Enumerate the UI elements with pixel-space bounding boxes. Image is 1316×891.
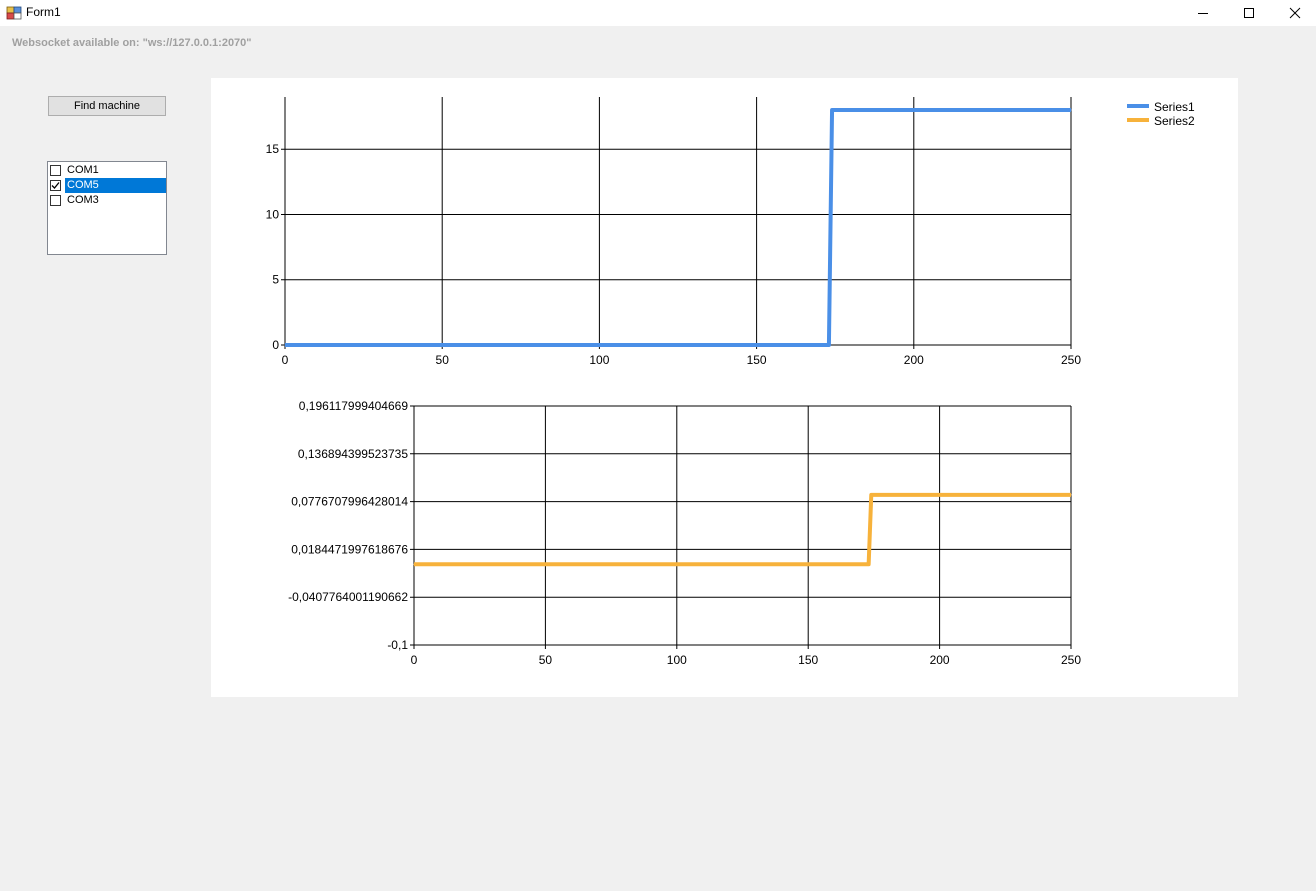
- com-port-item[interactable]: COM3: [50, 193, 166, 208]
- x-tick-label: 250: [1061, 653, 1081, 667]
- data-point: [828, 344, 830, 346]
- y-tick-label: -0,0407764001190662: [288, 590, 408, 604]
- data-point: [284, 344, 286, 346]
- x-tick-label: 250: [1061, 353, 1081, 367]
- data-point: [413, 563, 415, 565]
- chart-series1-area: 0 50 100 150 200 250 0 5 10 15: [266, 97, 1081, 367]
- data-point: [831, 109, 833, 111]
- data-point: [1070, 109, 1072, 111]
- y-tick-label: 0,0776707996428014: [291, 495, 408, 509]
- y-tick-label: 10: [266, 207, 280, 221]
- window-title: Form1: [26, 5, 61, 19]
- checkbox[interactable]: [50, 180, 61, 191]
- x-tick-label: 200: [904, 353, 924, 367]
- legend-label-series1: Series1: [1154, 100, 1195, 114]
- x-tick-label: 50: [539, 653, 553, 667]
- app-icon: [6, 6, 22, 20]
- y-tick-label: -0,1: [387, 638, 408, 652]
- close-icon: [1289, 7, 1301, 19]
- data-point: [870, 494, 872, 496]
- title-bar: Form1: [0, 0, 1316, 26]
- legend-label-series2: Series2: [1154, 114, 1195, 128]
- maximize-button[interactable]: [1226, 0, 1272, 26]
- y-tick-label: 0: [272, 338, 279, 352]
- maximize-icon: [1244, 8, 1254, 18]
- x-tick-label: 100: [589, 353, 609, 367]
- close-button[interactable]: [1272, 0, 1316, 26]
- com-port-label: COM5: [65, 178, 166, 193]
- x-tick-label: 50: [436, 353, 450, 367]
- find-machine-button[interactable]: Find machine: [48, 96, 166, 116]
- minimize-button[interactable]: [1180, 0, 1226, 26]
- data-point: [868, 563, 870, 565]
- com-port-item[interactable]: COM5: [50, 178, 166, 193]
- chart-series2-area: 0 50 100 150 200 250 -0,1 -0,0407764001190662 0,…: [288, 399, 1081, 667]
- x-tick-label: 150: [747, 353, 767, 367]
- x-tick-label: 0: [411, 653, 418, 667]
- checkbox[interactable]: [50, 165, 61, 176]
- chart-panel: 0 50 100 150 200 250 0 5 10 15 0 50 100 150 200 250 -0,…: [211, 78, 1238, 697]
- chart-canvas: 0 50 100 150 200 250 0 5 10 15 0 50 100 150 200 250 -0,…: [266, 97, 1195, 667]
- minimize-icon: [1198, 13, 1208, 14]
- data-point: [1070, 494, 1072, 496]
- y-tick-label: 0,0184471997618676: [291, 542, 408, 556]
- com-port-label: COM1: [67, 164, 99, 176]
- x-tick-label: 0: [282, 353, 289, 367]
- x-tick-label: 200: [930, 653, 950, 667]
- series-line-series1: [285, 108, 1071, 347]
- series-line-series2: [414, 492, 1071, 567]
- y-tick-label: 0,196117999404669: [299, 399, 409, 413]
- y-tick-label: 15: [266, 142, 280, 156]
- checkbox[interactable]: [50, 195, 61, 206]
- com-port-checklist[interactable]: COM1 COM5 COM3: [47, 161, 167, 255]
- chart-legend: Series1 Series2: [1127, 100, 1195, 128]
- com-port-label: COM3: [67, 194, 99, 206]
- x-tick-label: 150: [798, 653, 818, 667]
- x-tick-label: 100: [667, 653, 687, 667]
- y-tick-label: 5: [272, 273, 279, 287]
- y-tick-label: 0,136894399523735: [298, 447, 408, 461]
- checkmark-icon: [51, 182, 60, 189]
- websocket-status-label: Websocket available on: "ws://127.0.0.1:…: [12, 37, 252, 49]
- com-port-item[interactable]: COM1: [50, 163, 166, 178]
